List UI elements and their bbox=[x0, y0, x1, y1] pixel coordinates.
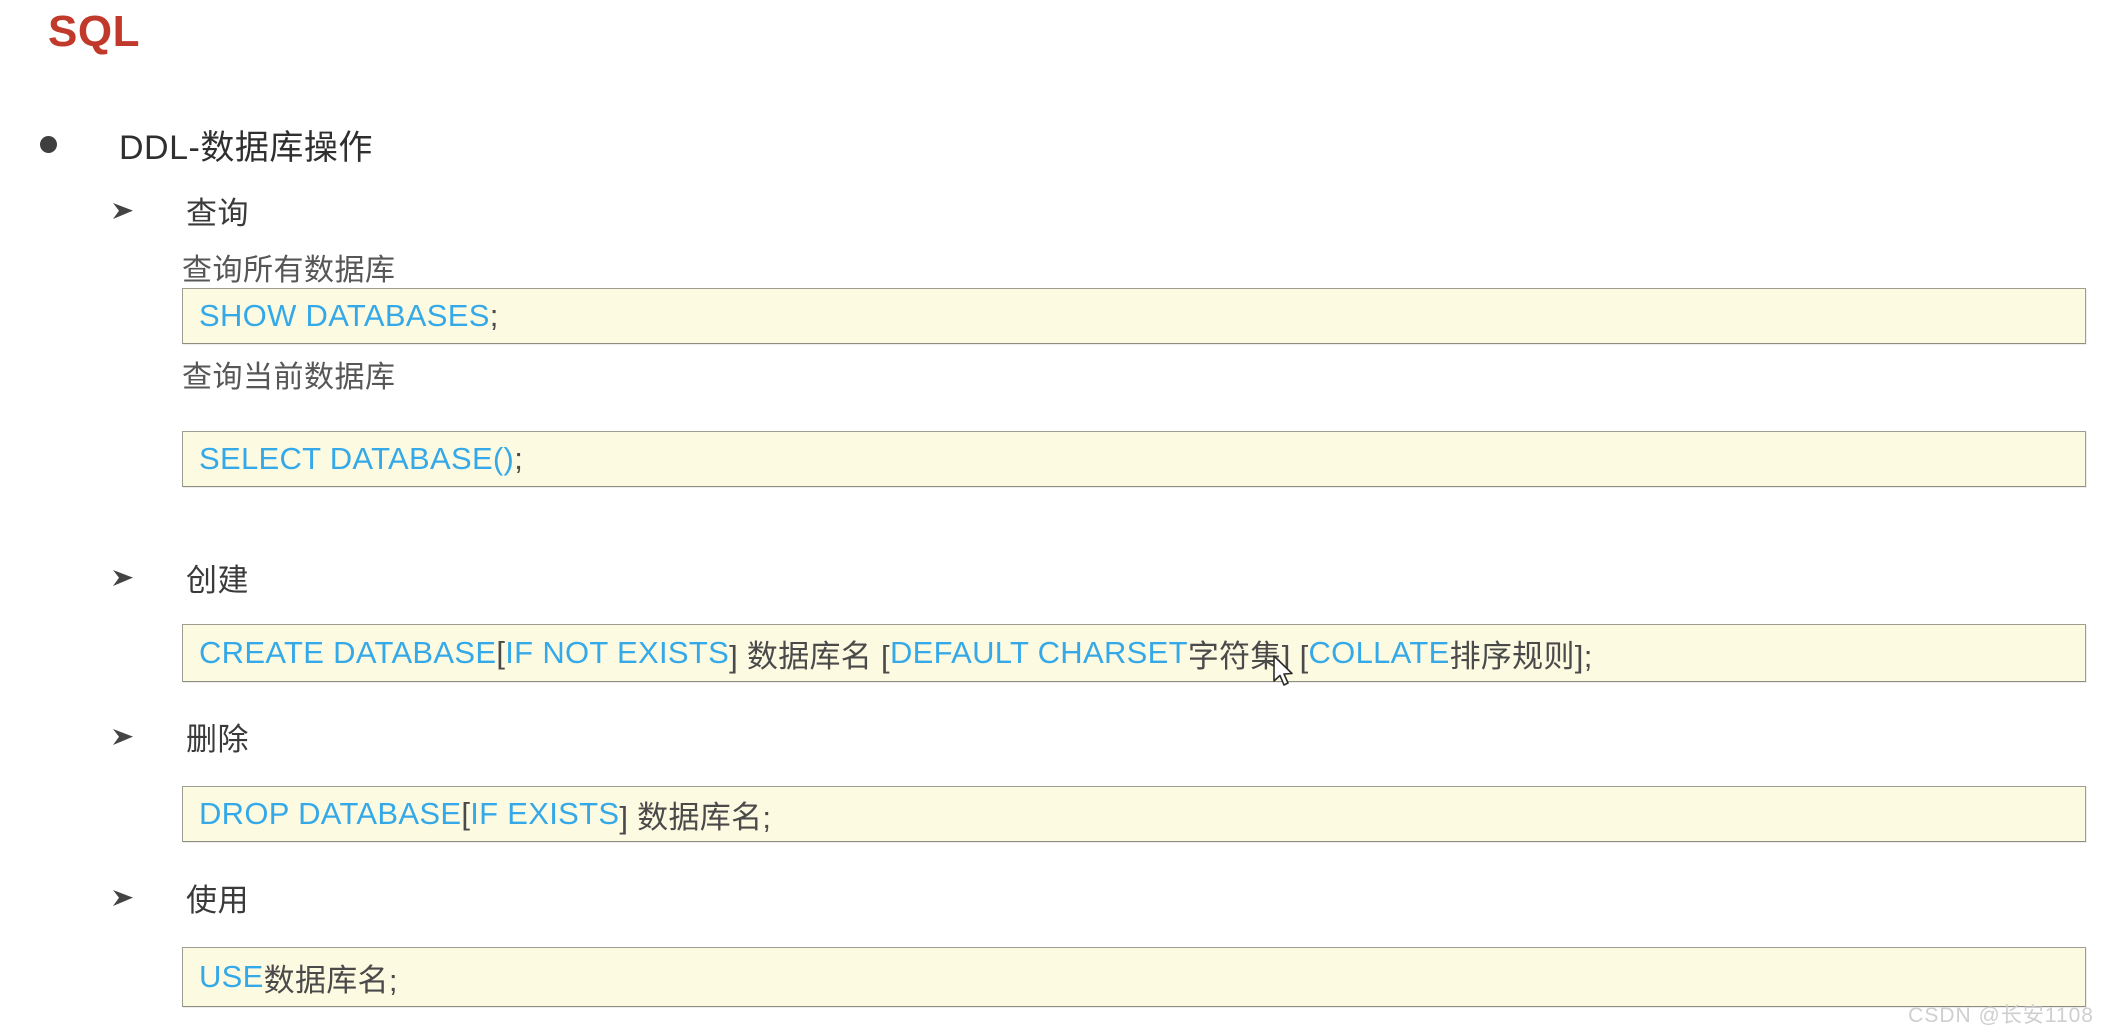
sub-label-all-databases: 查询所有数据库 bbox=[182, 254, 396, 287]
code-token-keyword: USE bbox=[199, 959, 264, 994]
section-heading-create-label: 创建 bbox=[186, 563, 249, 598]
code-token-keyword: SHOW DATABASES bbox=[199, 298, 490, 333]
outline-item-ddl-label: DDL-数据库操作 bbox=[119, 129, 373, 167]
watermark: CSDN @长安1108 bbox=[1908, 1004, 2094, 1027]
arrow-bullet-icon bbox=[110, 724, 136, 750]
code-token-keyword: CREATE DATABASE bbox=[199, 635, 497, 670]
code-token-plain: [ bbox=[461, 796, 471, 831]
section-heading-drop: 删除 bbox=[110, 714, 249, 759]
arrow-bullet-icon bbox=[110, 565, 136, 591]
code-token-plain: ] 数据库名 [ bbox=[729, 638, 890, 674]
code-block-show-databases: SHOW DATABASES ; bbox=[182, 288, 2086, 344]
code-block-select-database: SELECT DATABASE() ; bbox=[182, 431, 2086, 487]
code-token-plain: [ bbox=[496, 635, 506, 670]
sub-label-current-database: 查询当前数据库 bbox=[182, 361, 396, 394]
code-block-create-database: CREATE DATABASE [ IF NOT EXISTS ] 数据库名 [… bbox=[182, 624, 2086, 682]
code-token-plain: ] 数据库名; bbox=[619, 799, 772, 835]
code-token-keyword: COLLATE bbox=[1308, 635, 1450, 670]
arrow-bullet-icon bbox=[110, 885, 136, 911]
outline-item-ddl: DDL-数据库操作 bbox=[40, 120, 373, 169]
code-token-plain: ; bbox=[489, 298, 499, 333]
code-token-keyword: IF NOT EXISTS bbox=[505, 635, 730, 670]
section-heading-use-label: 使用 bbox=[186, 883, 249, 918]
code-block-drop-database: DROP DATABASE [ IF EXISTS ] 数据库名; bbox=[182, 786, 2086, 842]
code-token-plain: 字符集] [ bbox=[1187, 638, 1309, 674]
section-heading-use: 使用 bbox=[110, 875, 249, 920]
code-block-use-database: USE 数据库名; bbox=[182, 947, 2086, 1007]
code-token-plain: ; bbox=[514, 441, 524, 476]
filled-disc-bullet-icon bbox=[40, 136, 57, 153]
code-token-plain: 数据库名; bbox=[263, 962, 398, 998]
code-token-plain: 排序规则]; bbox=[1449, 638, 1593, 674]
section-heading-create: 创建 bbox=[110, 555, 249, 600]
code-token-keyword: IF EXISTS bbox=[470, 796, 620, 831]
code-token-keyword: DROP DATABASE bbox=[199, 796, 462, 831]
section-heading-drop-label: 删除 bbox=[186, 722, 249, 757]
code-token-keyword: DEFAULT CHARSET bbox=[889, 635, 1188, 670]
section-heading-query: 查询 bbox=[110, 188, 249, 233]
code-token-keyword: SELECT DATABASE() bbox=[199, 441, 515, 476]
section-heading-query-label: 查询 bbox=[186, 196, 249, 231]
arrow-bullet-icon bbox=[110, 198, 136, 224]
page-title: SQL bbox=[48, 7, 140, 56]
